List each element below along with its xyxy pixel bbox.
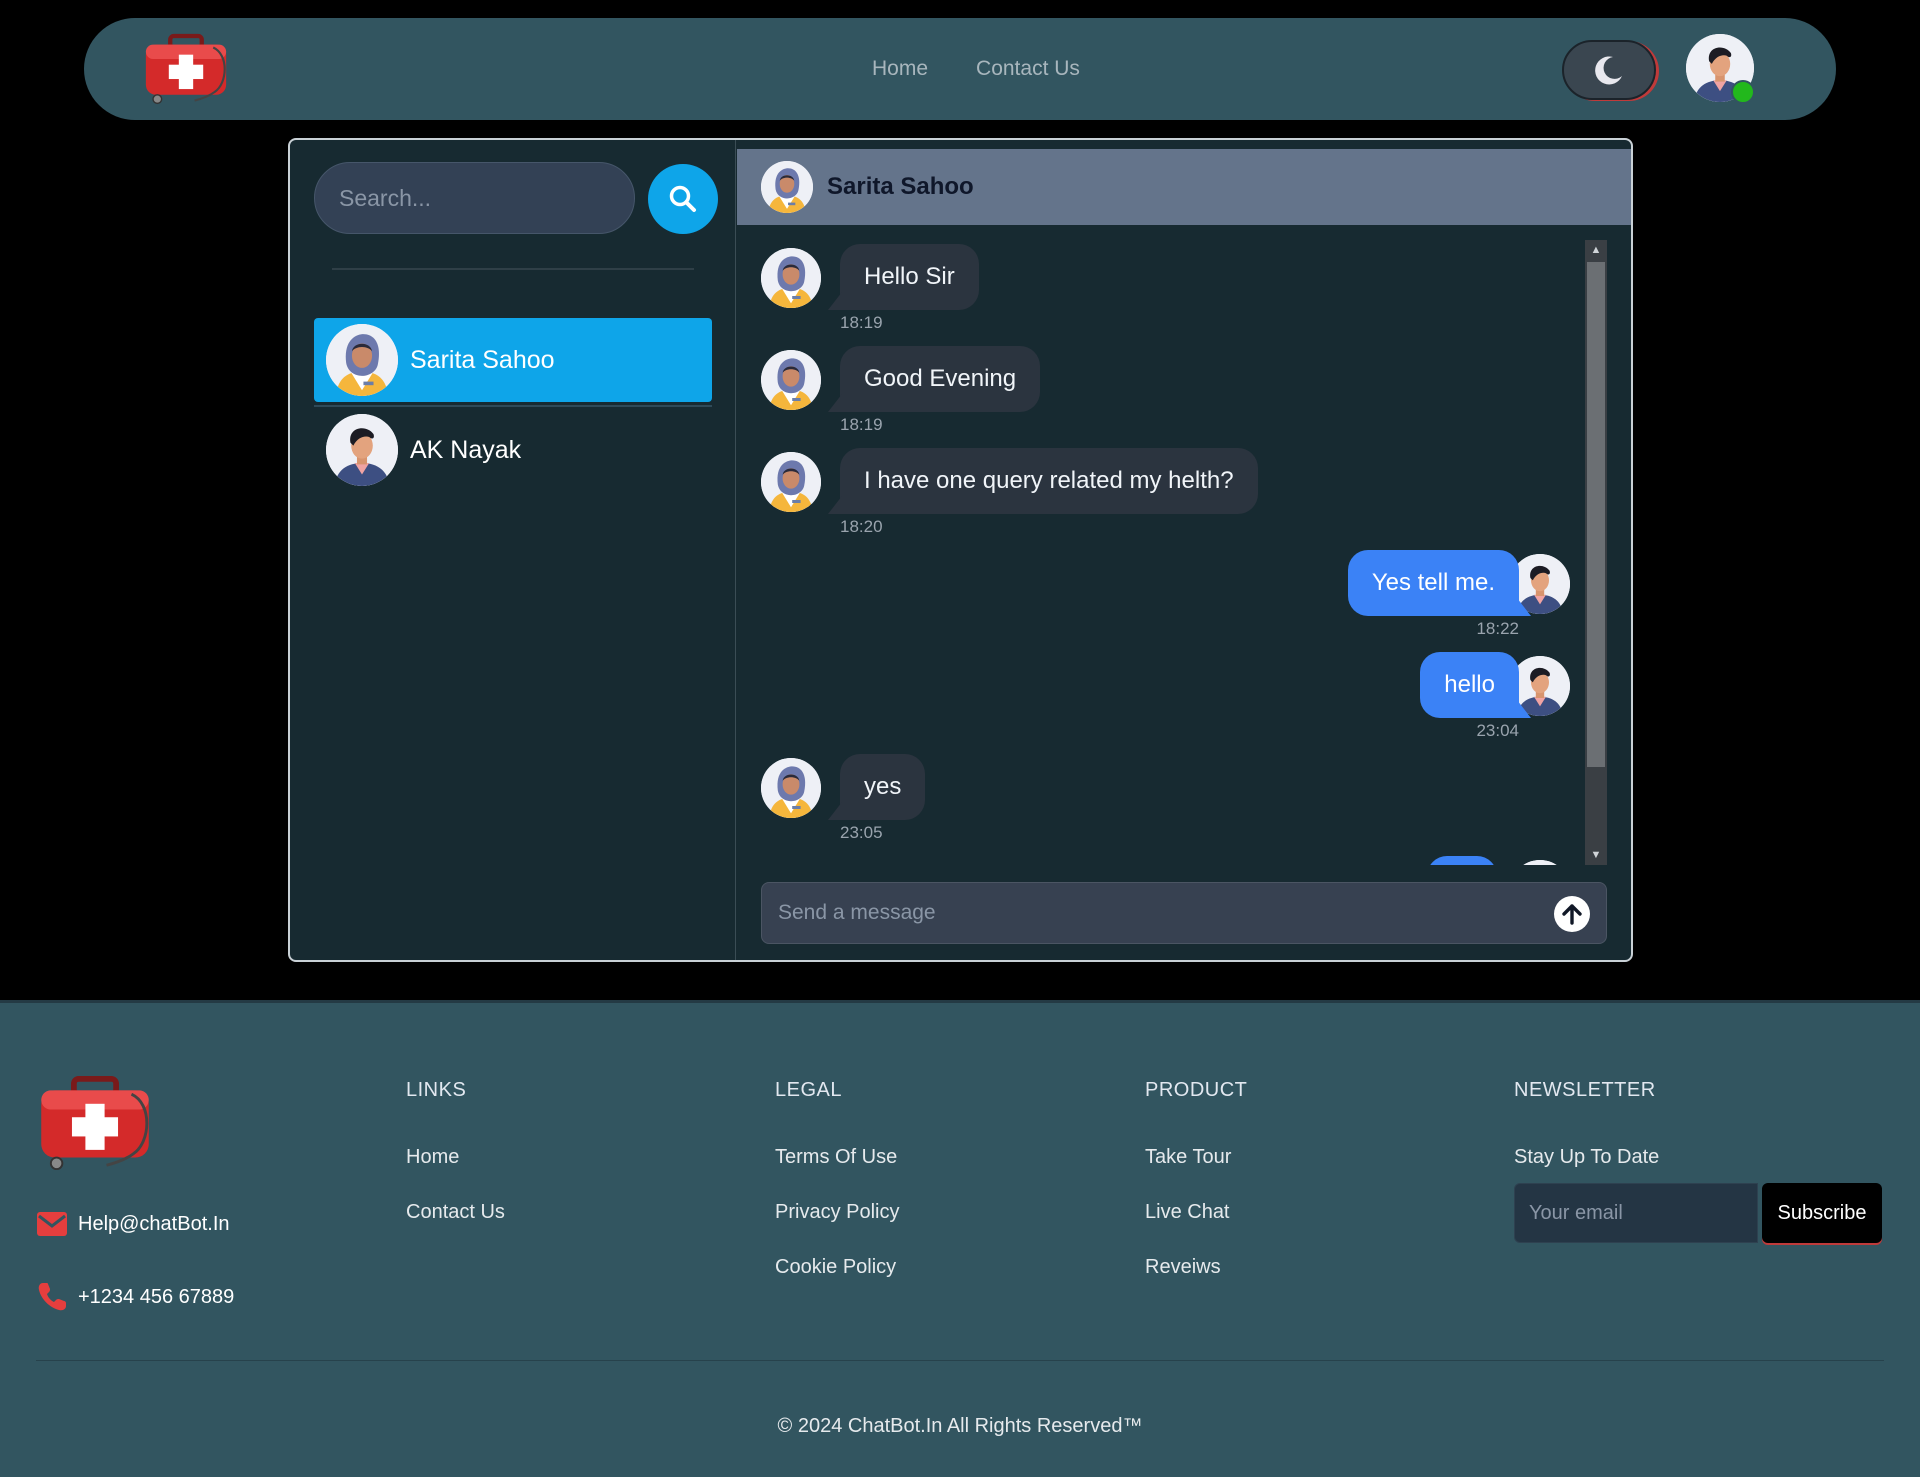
mail-icon [37,1212,67,1236]
message-bubble-incoming: Good Evening [827,346,1041,412]
footer-phone-text: +1234 456 67889 [78,1285,235,1308]
contacts-sidebar: Sarita Sahoo AK Nayak [290,140,736,960]
message-time: 18:19 [840,415,883,434]
subscribe-button[interactable]: Subscribe [1762,1183,1882,1243]
footer-newsletter-column: NEWSLETTER Stay Up To Date [1514,1079,1659,1169]
chat-header-name: Sarita Sahoo [827,173,974,200]
contact-avatar [326,414,398,486]
send-button[interactable] [1554,896,1590,932]
footer-links-column: LINKS Home Contact Us [406,1079,505,1224]
chat-header-avatar [761,161,813,213]
message-list[interactable]: Hello Sir 18:19 Good Evening 18:19 I hav… [737,240,1607,865]
moon-icon [1595,56,1622,85]
search-button[interactable] [648,164,718,234]
contact-name: AK Nayak [410,435,522,464]
theme-toggle[interactable] [1562,40,1656,100]
sender-avatar [761,350,821,410]
message-composer [761,882,1607,944]
message-bubble-incoming: Hello Sir [828,244,979,310]
message-bubble-incoming: I have one query related my helth? [828,448,1258,514]
first-aid-kit-logo[interactable] [143,32,229,106]
contact-avatar [326,324,398,396]
first-aid-kit-logo[interactable] [36,1075,154,1171]
nav-link-contact-us[interactable]: Contact Us [976,57,1080,81]
footer-phone[interactable]: +1234 456 67889 [36,1281,234,1313]
copyright: © 2024 ChatBot.In All Rights Reserved™ [777,1415,1143,1437]
footer-link-terms[interactable]: Terms Of Use [775,1146,899,1169]
sender-avatar [761,758,821,818]
newsletter-text: Stay Up To Date [1514,1146,1660,1168]
search-icon [669,185,696,212]
footer-link-reviews[interactable]: Reveiws [1145,1256,1247,1279]
message-time: 23:05 [840,823,883,842]
message-time: 23:04 [1476,721,1519,740]
chat-window: Sarita Sahoo AK Nayak Sarita Sahoo Hello… [288,138,1633,962]
search-input[interactable] [314,162,635,234]
footer-heading-newsletter: NEWSLETTER [1514,1079,1656,1101]
footer-link-cookie[interactable]: Cookie Policy [775,1256,899,1279]
scroll-up-icon[interactable]: ▲ [1585,240,1607,260]
footer-link-live-chat[interactable]: Live Chat [1145,1201,1247,1224]
footer-link-home[interactable]: Home [406,1146,505,1169]
chat-pane: Sarita Sahoo Hello Sir 18:19 Good Evenin… [737,140,1631,960]
footer-product-column: PRODUCT Take Tour Live Chat Reveiws [1145,1079,1247,1279]
sidebar-divider [332,268,694,270]
phone-icon [38,1283,66,1311]
contact-item-sarita-sahoo[interactable]: Sarita Sahoo [314,318,712,407]
message-input[interactable] [762,883,1606,943]
message-time: 18:19 [840,313,883,332]
chat-header: Sarita Sahoo [737,149,1631,225]
footer-email-text: Help@chatBot.In [78,1212,230,1235]
message-bubble-outgoing: hello [1420,652,1531,718]
footer-divider [36,1360,1884,1361]
footer-email[interactable]: Help@chatBot.In [36,1211,230,1237]
contact-item-ak-nayak[interactable]: AK Nayak [314,408,712,492]
footer-heading-legal: LEGAL [775,1079,842,1101]
footer-link-contact-us[interactable]: Contact Us [406,1201,505,1224]
footer-link-privacy[interactable]: Privacy Policy [775,1201,899,1224]
message-scrollbar[interactable]: ▲ ▼ [1585,240,1607,865]
self-avatar [1510,860,1570,865]
message-bubble-outgoing-partial [1427,856,1497,865]
online-status-dot [1731,80,1755,104]
navbar: Home Contact Us [84,18,1836,120]
message-time: 18:20 [840,517,883,536]
scroll-thumb[interactable] [1587,262,1605,767]
message-bubble-outgoing: Yes tell me. [1347,550,1532,616]
footer-legal-column: LEGAL Terms Of Use Privacy Policy Cookie… [775,1079,899,1279]
nav-link-home[interactable]: Home [872,57,928,81]
scroll-down-icon[interactable]: ▼ [1585,845,1607,865]
sender-avatar [761,452,821,512]
newsletter-email-input[interactable] [1514,1183,1758,1243]
contact-name: Sarita Sahoo [410,345,555,374]
arrow-up-icon [1562,904,1582,925]
message-time: 18:22 [1476,619,1519,638]
nav-links: Home Contact Us [872,18,1080,120]
sender-avatar [761,248,821,308]
footer-heading-links: LINKS [406,1079,467,1101]
footer-heading-product: PRODUCT [1145,1079,1248,1101]
footer-link-take-tour[interactable]: Take Tour [1145,1146,1247,1169]
message-bubble-incoming: yes [827,754,926,820]
